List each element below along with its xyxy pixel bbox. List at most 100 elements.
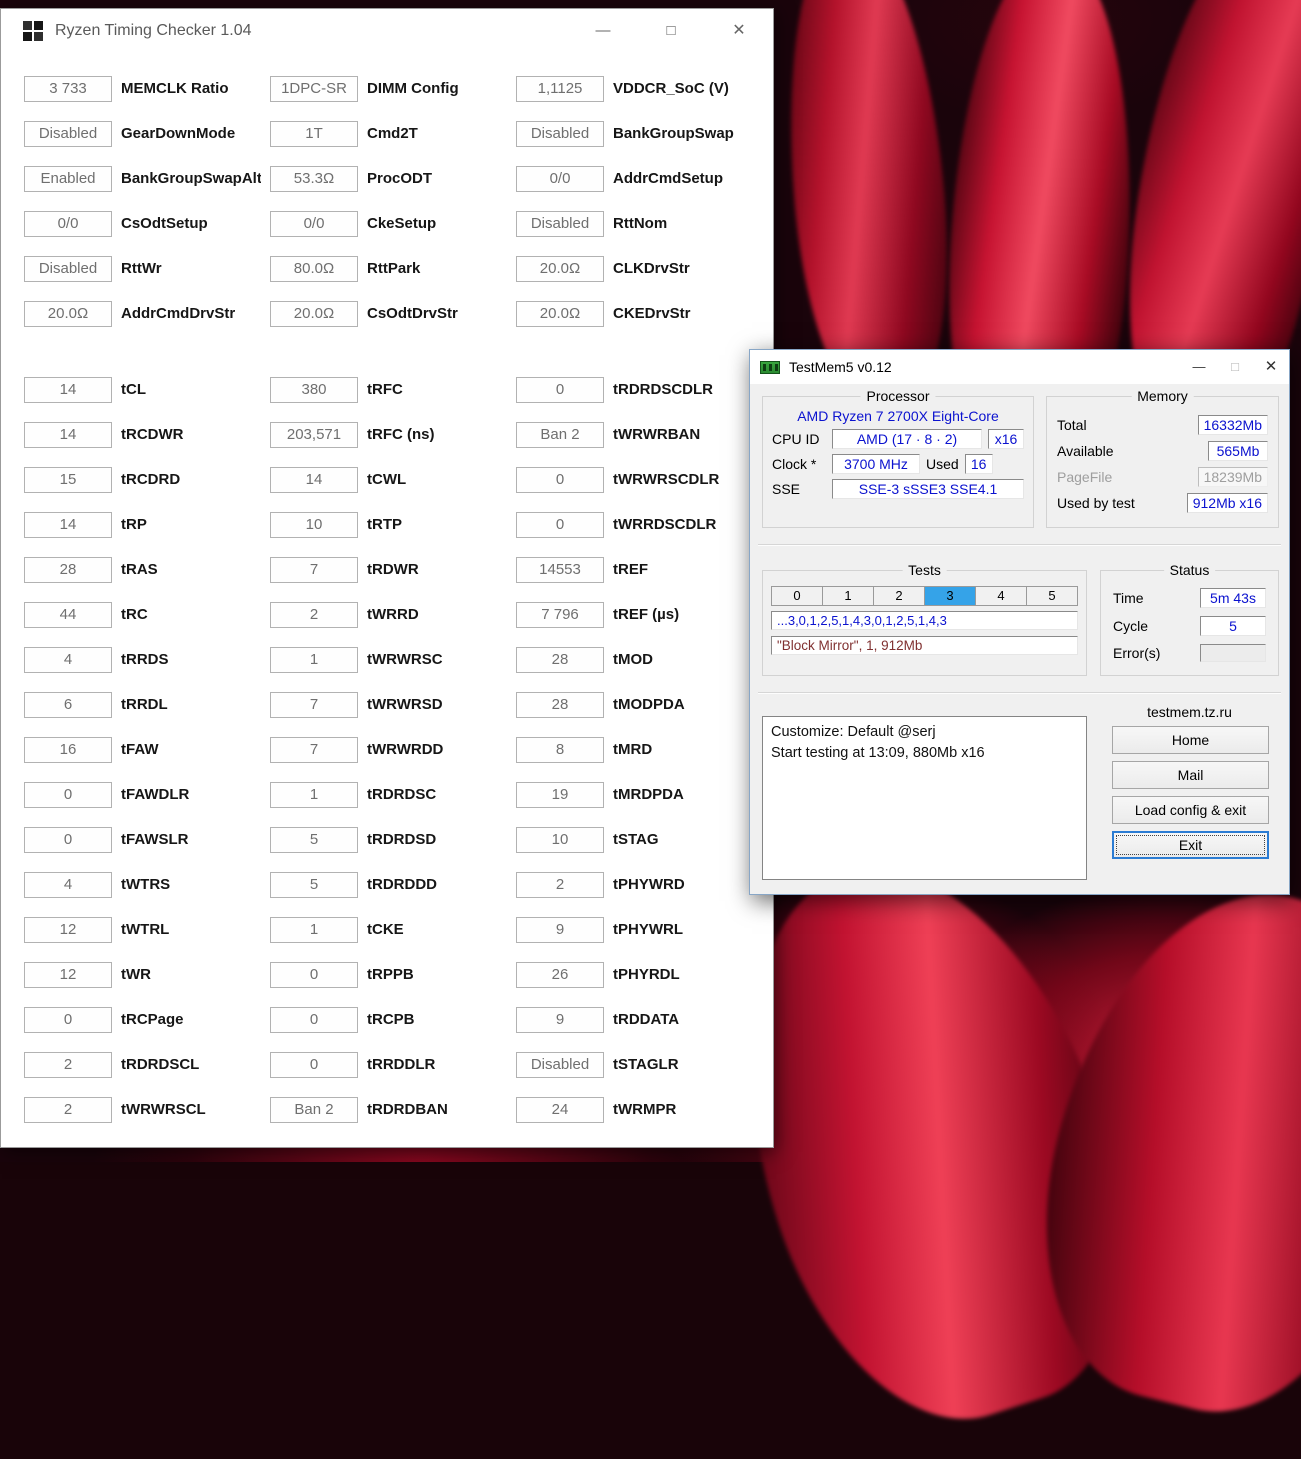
- timing-label-tras: tRAS: [121, 561, 158, 578]
- tm5-titlebar[interactable]: TestMem5 v0.12 — □ ✕: [750, 350, 1289, 384]
- timing-label-trrdl: tRRDL: [121, 696, 168, 713]
- timing-value-trdrdsc: 1: [270, 782, 358, 808]
- timing-value-twrwrscl: 2: [24, 1097, 112, 1123]
- separator: [758, 544, 1281, 546]
- config-label-bankgroupswap: BankGroupSwap: [613, 125, 734, 142]
- timing-value-twrwrdd: 7: [270, 737, 358, 763]
- timing-value-tcke: 1: [270, 917, 358, 943]
- config-label-cmd2t: Cmd2T: [367, 125, 418, 142]
- timing-value-tphywrl: 9: [516, 917, 604, 943]
- timing-value-trrdl: 6: [24, 692, 112, 718]
- timing-label-tfawdlr: tFAWDLR: [121, 786, 190, 803]
- test-log[interactable]: Customize: Default @serj Start testing at…: [762, 716, 1087, 880]
- config-value-rttwr: Disabled: [24, 256, 112, 282]
- timing-value-twrwrsd: 7: [270, 692, 358, 718]
- time-label: Time: [1113, 590, 1144, 606]
- timing-label-trdwr: tRDWR: [367, 561, 419, 578]
- maximize-button[interactable]: □: [637, 9, 705, 53]
- timing-label-trfc: tRFC: [367, 381, 403, 398]
- timing-label-trcpb: tRCPB: [367, 1011, 415, 1028]
- timing-value-trdrdban: Ban 2: [270, 1097, 358, 1123]
- config-value-addrcmdsetup: 0/0: [516, 166, 604, 192]
- timing-label-twrrd: tWRRD: [367, 606, 419, 623]
- timing-label-tmod: tMOD: [613, 651, 653, 668]
- timing-value-twrmpr: 24: [516, 1097, 604, 1123]
- timing-value-trrddlr: 0: [270, 1052, 358, 1078]
- timing-label-tmodpda: tMODPDA: [613, 696, 685, 713]
- memory-used-by-test-value: 912Mb x16: [1186, 493, 1268, 513]
- timing-label-tfawslr: tFAWSLR: [121, 831, 189, 848]
- timing-label-tref-s: tREF (µs): [613, 606, 680, 623]
- timing-label-trdrddd: tRDRDDD: [367, 876, 437, 893]
- test-cell-2: 2: [873, 586, 925, 606]
- timing-value-trfc: 380: [270, 377, 358, 403]
- timing-label-trdrdscdlr: tRDRDSCDLR: [613, 381, 713, 398]
- mail-button[interactable]: Mail: [1112, 761, 1269, 789]
- minimize-button[interactable]: —: [569, 9, 637, 53]
- cpu-thread-count: x16: [988, 429, 1024, 449]
- timing-label-trtp: tRTP: [367, 516, 402, 533]
- test-cell-3: 3: [924, 586, 976, 606]
- timing-label-tphywrd: tPHYWRD: [613, 876, 685, 893]
- timing-value-tcwl: 14: [270, 467, 358, 493]
- minimize-button[interactable]: —: [1181, 350, 1217, 384]
- tests-group: Tests 012345 ...3,0,1,2,5,1,4,3,0,1,2,5,…: [762, 562, 1087, 676]
- timing-value-twrwrban: Ban 2: [516, 422, 604, 448]
- timing-label-twrwrscl: tWRWRSCL: [121, 1101, 206, 1118]
- memory-rows: Total 16332Mb Available 565Mb PageFile 18239M…: [1047, 397, 1278, 513]
- close-button[interactable]: ✕: [705, 9, 773, 53]
- timing-label-trcdwr: tRCDWR: [121, 426, 184, 443]
- testmem-app-icon: [760, 360, 780, 374]
- config-label-ckedrvstr: CKEDrvStr: [613, 305, 691, 322]
- config-label-csodtdrvstr: CsOdtDrvStr: [367, 305, 458, 322]
- config-value-geardownmode: Disabled: [24, 121, 112, 147]
- ryzen-timing-checker-window: Ryzen Timing Checker 1.04 — □ ✕ 3 733 MEM…: [0, 8, 774, 1148]
- timing-label-tstaglr: tSTAGLR: [613, 1056, 679, 1073]
- config-label-csodtsetup: CsOdtSetup: [121, 215, 208, 232]
- config-value-bankgroupswapalt: Enabled: [24, 166, 112, 192]
- rtc-titlebar[interactable]: Ryzen Timing Checker 1.04 — □ ✕: [1, 9, 773, 53]
- timing-value-twrwrsc: 1: [270, 647, 358, 673]
- timing-value-tref-s: 7 796: [516, 602, 604, 628]
- timing-value-tmod: 28: [516, 647, 604, 673]
- timing-value-tphyrdl: 26: [516, 962, 604, 988]
- config-value-csodtdrvstr: 20.0Ω: [270, 301, 358, 327]
- timing-label-tcl: tCL: [121, 381, 146, 398]
- config-label-memclk-ratio: MEMCLK Ratio: [121, 80, 229, 97]
- timing-label-twrwrsd: tWRWRSD: [367, 696, 443, 713]
- memory-group-title: Memory: [1131, 388, 1194, 404]
- cpu-id-value: AMD (17 · 8 · 2): [832, 429, 982, 449]
- memory-available-label: Available: [1057, 443, 1114, 459]
- timing-value-trp: 14: [24, 512, 112, 538]
- timing-label-twrmpr: tWRMPR: [613, 1101, 677, 1118]
- maximize-button[interactable]: □: [1217, 350, 1253, 384]
- config-label-vddcr-soc-v: VDDCR_SoC (V): [613, 80, 729, 97]
- rtc-window-controls: — □ ✕: [569, 9, 773, 53]
- load-config-exit-button[interactable]: Load config & exit: [1112, 796, 1269, 824]
- memory-total-value: 16332Mb: [1197, 415, 1268, 435]
- config-value-vddcr-soc-v: 1,1125: [516, 76, 604, 102]
- timing-value-trdrdsd: 5: [270, 827, 358, 853]
- exit-button[interactable]: Exit: [1112, 831, 1269, 859]
- timing-value-tmodpda: 28: [516, 692, 604, 718]
- cycle-label: Cycle: [1113, 618, 1149, 634]
- memory-pagefile-value: 18239Mb: [1197, 467, 1268, 487]
- timing-value-tfawslr: 0: [24, 827, 112, 853]
- test-cell-0: 0: [771, 586, 823, 606]
- log-line: Start testing at 13:09, 880Mb x16: [771, 745, 985, 762]
- timing-value-tstaglr: Disabled: [516, 1052, 604, 1078]
- config-value-bankgroupswap: Disabled: [516, 121, 604, 147]
- timing-label-tmrd: tMRD: [613, 741, 653, 758]
- cpu-name: AMD Ryzen 7 2700X Eight-Core: [797, 408, 999, 424]
- close-button[interactable]: ✕: [1253, 350, 1289, 384]
- memory-row-pagefile: PageFile 18239Mb: [1057, 467, 1268, 487]
- timing-value-tmrdpda: 19: [516, 782, 604, 808]
- home-button[interactable]: Home: [1112, 726, 1269, 754]
- errors-value: [1200, 644, 1266, 662]
- memory-available-value: 565Mb: [1208, 441, 1268, 461]
- timing-label-trcdrd: tRCDRD: [121, 471, 181, 488]
- config-label-rttpark: RttPark: [367, 260, 421, 277]
- tm5-body: Processor AMD Ryzen 7 2700X Eight-Core C…: [750, 384, 1289, 895]
- timing-label-trdrdscl: tRDRDSCL: [121, 1056, 200, 1073]
- timing-label-tfaw: tFAW: [121, 741, 159, 758]
